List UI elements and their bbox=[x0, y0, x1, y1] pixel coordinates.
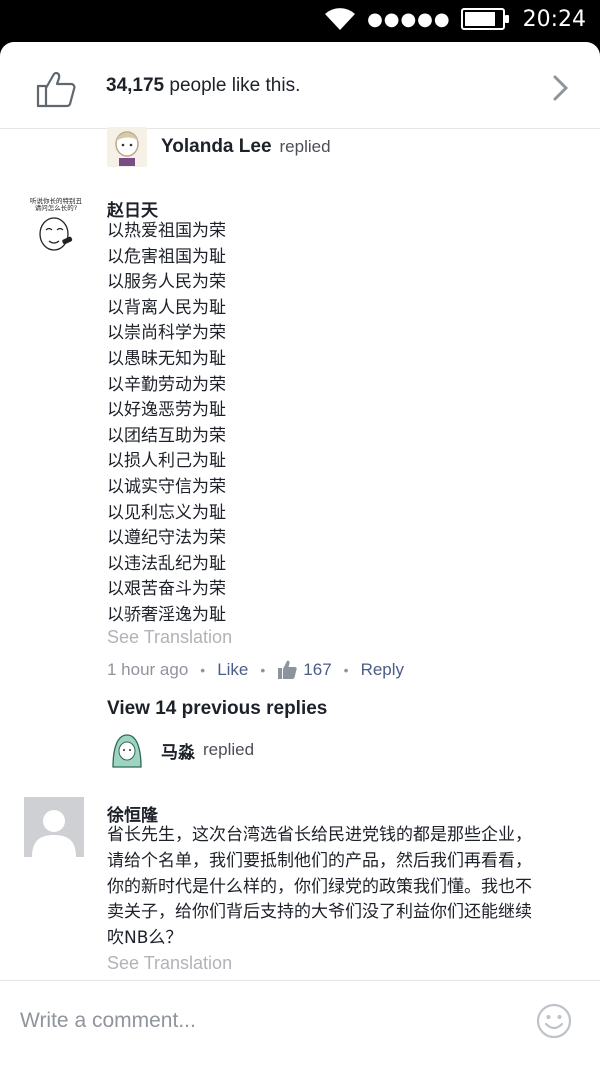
comment-line: 以骄奢淫逸为耻 bbox=[107, 604, 226, 625]
comment-composer: Write a comment... bbox=[0, 980, 600, 1066]
comment-line: 以团结互助为荣 bbox=[107, 425, 226, 446]
comment-timestamp: 1 hour ago bbox=[107, 660, 189, 679]
comments-sheet: 34,175 people like this. Yolanda Lee rep… bbox=[0, 42, 600, 1066]
likes-suffix: people like this. bbox=[164, 75, 301, 96]
default-profile-icon bbox=[32, 810, 76, 857]
emoji-icon[interactable] bbox=[536, 1003, 572, 1039]
comment-line: 以遵纪守法为荣 bbox=[107, 528, 226, 549]
comment-line: 以背离人民为耻 bbox=[107, 297, 226, 318]
avatar[interactable] bbox=[24, 797, 84, 857]
view-previous-replies-link[interactable]: View 14 previous replies bbox=[107, 698, 327, 720]
reply-author-name[interactable]: 马淼 bbox=[161, 738, 195, 763]
reply-author-name[interactable]: Yolanda Lee bbox=[161, 136, 272, 158]
like-button[interactable]: Like bbox=[217, 660, 248, 680]
cartoon-girl-avatar-icon bbox=[115, 131, 139, 166]
cartoon-avatar-icon bbox=[112, 734, 142, 768]
reply-button[interactable]: Reply bbox=[361, 660, 404, 680]
comment-actions: 1 hour ago • Like • 167 • Reply bbox=[107, 660, 404, 680]
comment-line: 以崇尚科学为荣 bbox=[107, 323, 226, 344]
comment-line: 以危害祖国为耻 bbox=[107, 246, 226, 267]
comment-line: 以服务人民为荣 bbox=[107, 272, 226, 293]
comment-line: 以违法乱纪为耻 bbox=[107, 553, 226, 574]
separator-dot: • bbox=[200, 662, 206, 678]
comment-line: 以艰苦奋斗为荣 bbox=[107, 579, 226, 600]
comment-input[interactable]: Write a comment... bbox=[20, 1009, 196, 1033]
likes-summary: 34,175 people like this. bbox=[106, 75, 300, 97]
avatar bbox=[107, 127, 147, 167]
comment-body: 省长先生，这次台湾选省长给民进党钱的都是那些企业，请给个名单，我们要抵制他们的产… bbox=[107, 825, 532, 949]
comment-line: 以愚昧无知为耻 bbox=[107, 348, 226, 369]
reply-verb: replied bbox=[279, 137, 331, 156]
comment-line: 以热爱祖国为荣 bbox=[107, 221, 226, 241]
see-translation-link[interactable]: See Translation bbox=[107, 627, 232, 648]
comment-author-name[interactable]: 赵日天 bbox=[107, 196, 158, 221]
see-translation-link[interactable]: See Translation bbox=[107, 953, 232, 974]
comment-line: 以好逸恶劳为耻 bbox=[107, 400, 226, 421]
likes-count: 34,175 bbox=[106, 75, 165, 96]
reply-summary-2[interactable]: 马淼 replied bbox=[107, 730, 254, 770]
wifi-icon bbox=[325, 8, 356, 30]
clock: 20:24 bbox=[522, 6, 586, 32]
signal-dots-icon: ●●●●● bbox=[367, 8, 451, 30]
comment-line: 以辛勤劳动为荣 bbox=[107, 374, 226, 395]
separator-dot: • bbox=[343, 662, 349, 678]
reply-verb: replied bbox=[203, 740, 255, 759]
comment-body: 以热爱祖国为荣 以危害祖国为耻 以服务人民为荣 以背离人民为耻 以崇尚科学为荣 以愚昧无知… bbox=[107, 219, 226, 629]
svg-text:请问怎么长的?: 请问怎么长的? bbox=[35, 203, 77, 212]
comment-line: 以诚实守信为荣 bbox=[107, 476, 226, 497]
comment-line: 以损人利己为耻 bbox=[107, 451, 226, 472]
avatar[interactable]: 听说你长的特别丑 请问怎么长的? bbox=[24, 194, 88, 258]
battery-icon bbox=[460, 8, 509, 30]
chevron-right-icon[interactable] bbox=[552, 74, 570, 102]
meme-face-avatar-icon: 听说你长的特别丑 请问怎么长的? bbox=[24, 194, 88, 258]
reply-summary-1[interactable]: Yolanda Lee replied bbox=[107, 127, 331, 167]
status-bar: ●●●●● 20:24 bbox=[0, 0, 600, 42]
thumb-up-icon bbox=[278, 660, 297, 679]
thumb-up-icon bbox=[36, 71, 76, 108]
separator-dot: • bbox=[260, 662, 266, 678]
like-count[interactable]: 167 bbox=[303, 660, 331, 680]
likes-bar[interactable]: 34,175 people like this. bbox=[0, 42, 600, 129]
avatar bbox=[107, 730, 147, 770]
comment-line: 以见利忘义为耻 bbox=[107, 502, 226, 523]
